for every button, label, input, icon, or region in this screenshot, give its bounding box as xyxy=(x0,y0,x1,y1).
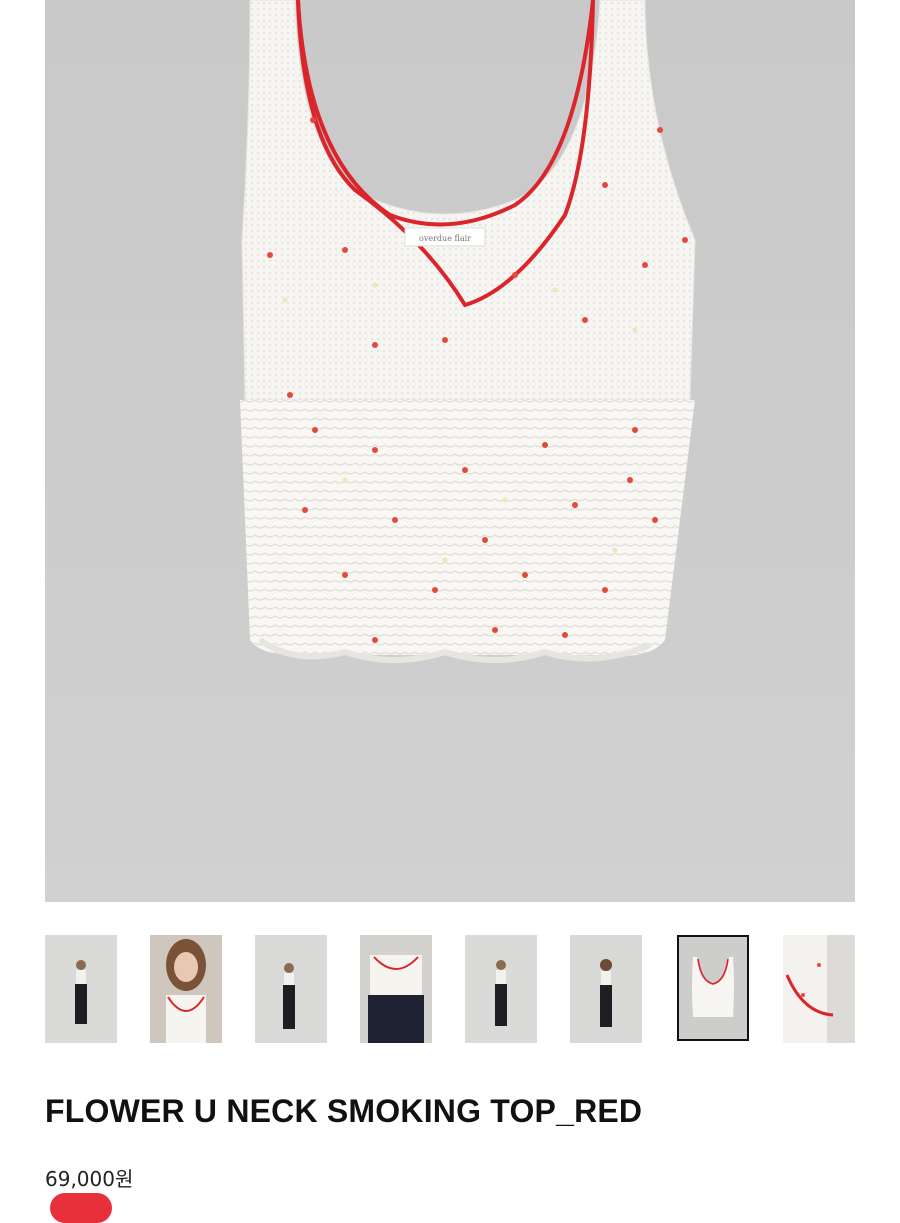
thumbnail-1[interactable] xyxy=(45,935,117,1043)
garment-smocking xyxy=(240,400,695,656)
thumbnail-strip xyxy=(45,935,855,1045)
product-title: FLOWER U NECK SMOKING TOP_RED xyxy=(45,1093,643,1129)
thumbnail-6[interactable] xyxy=(570,935,642,1043)
action-button[interactable] xyxy=(50,1193,112,1223)
thumbnail-2[interactable] xyxy=(150,935,222,1043)
thumbnail-7-selected[interactable] xyxy=(677,935,749,1041)
brand-label-text: overdue flair xyxy=(419,234,471,243)
thumbnail-5[interactable] xyxy=(465,935,537,1043)
thumbnail-3[interactable] xyxy=(255,935,327,1043)
garment-body xyxy=(241,0,696,401)
thumbnail-4[interactable] xyxy=(360,935,432,1043)
product-price: 69,000원 xyxy=(45,1167,134,1191)
product-main-image[interactable]: overdue flair xyxy=(45,0,855,902)
thumbnail-8[interactable] xyxy=(783,935,855,1043)
